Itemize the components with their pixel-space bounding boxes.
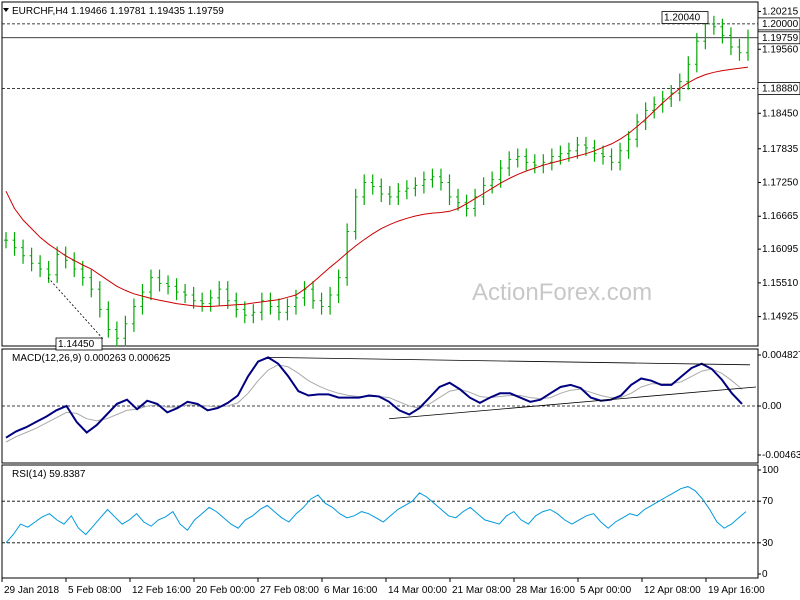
price-y-tick-label: 1.14925 bbox=[762, 312, 799, 323]
time-tick-label: 5 Apr 00:00 bbox=[580, 585, 632, 596]
rsi-panel-title: RSI(14) 59.8387 bbox=[12, 469, 86, 480]
price-level-label: 1.19759 bbox=[762, 33, 799, 44]
time-tick-label: 12 Apr 08:00 bbox=[644, 585, 701, 596]
price-y-tick-label: 1.16095 bbox=[762, 244, 799, 255]
macd-panel-title: MACD(12,26,9) 0.000263 0.000625 bbox=[12, 353, 171, 364]
high-annotation-label: 1.20040 bbox=[664, 13, 701, 24]
time-tick-label: 19 Apr 16:00 bbox=[708, 585, 765, 596]
chart-canvas: ActionForex.com EURCHF,H4 1.19466 1.1978… bbox=[0, 0, 800, 600]
low-annotation-label: 1.14450 bbox=[58, 339, 95, 350]
price-y-tick-label: 1.20215 bbox=[762, 6, 799, 17]
rsi-y-tick-label: 70 bbox=[762, 496, 774, 507]
time-tick-label: 12 Feb 16:00 bbox=[132, 585, 191, 596]
time-tick-label: 27 Feb 08:00 bbox=[260, 585, 319, 596]
macd-y-tick-label: 0.00 bbox=[762, 401, 782, 412]
time-tick-label: 21 Mar 08:00 bbox=[452, 585, 511, 596]
price-level-label: 1.18880 bbox=[762, 83, 799, 94]
price-y-tick-label: 1.16665 bbox=[762, 211, 799, 222]
rsi-y-tick-label: 0 bbox=[762, 569, 768, 580]
time-tick-label: 14 Mar 00:00 bbox=[388, 585, 447, 596]
time-tick-label: 6 Mar 16:00 bbox=[324, 585, 378, 596]
time-tick-label: 28 Mar 16:00 bbox=[516, 585, 575, 596]
price-panel-title: EURCHF,H4 1.19466 1.19781 1.19435 1.1975… bbox=[12, 6, 224, 17]
time-tick-label: 20 Feb 00:00 bbox=[196, 585, 255, 596]
price-y-tick-label: 1.18450 bbox=[762, 108, 799, 119]
macd-y-tick-label: -0.004632 bbox=[762, 450, 800, 461]
macd-y-tick-label: 0.004827 bbox=[762, 350, 800, 361]
price-y-tick-label: 1.19560 bbox=[762, 44, 799, 55]
price-level-label: 1.20000 bbox=[762, 19, 799, 30]
price-y-tick-label: 1.17835 bbox=[762, 144, 799, 155]
price-y-tick-label: 1.17250 bbox=[762, 177, 799, 188]
time-tick-label: 29 Jan 2018 bbox=[4, 585, 59, 596]
rsi-y-tick-label: 100 bbox=[762, 465, 779, 476]
watermark-text: ActionForex.com bbox=[472, 279, 652, 306]
time-tick-label: 5 Feb 08:00 bbox=[68, 585, 122, 596]
price-y-tick-label: 1.15510 bbox=[762, 278, 799, 289]
rsi-y-tick-label: 30 bbox=[762, 538, 774, 549]
